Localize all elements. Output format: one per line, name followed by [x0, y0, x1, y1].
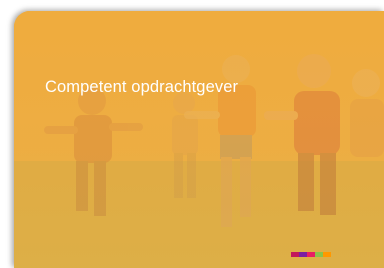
brand-color-strip — [291, 252, 331, 257]
hero-card[interactable]: Competent opdrachtgever — [14, 11, 384, 268]
strip-segment — [315, 252, 323, 257]
strip-segment — [307, 252, 315, 257]
color-overlay — [14, 11, 384, 268]
strip-segment — [323, 252, 331, 257]
strip-segment — [291, 252, 299, 257]
strip-segment — [299, 252, 307, 257]
card-title: Competent opdrachtgever — [45, 78, 239, 96]
